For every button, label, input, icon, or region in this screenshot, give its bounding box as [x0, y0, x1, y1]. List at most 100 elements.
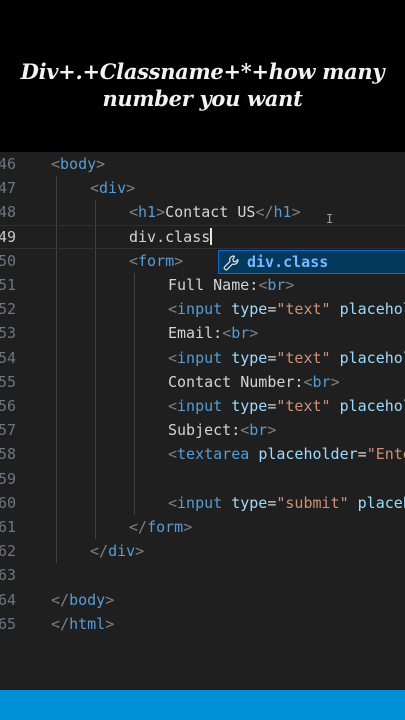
code-token: type — [231, 397, 268, 415]
code-token: </ — [90, 542, 109, 561]
text-caret — [210, 227, 213, 245]
line-number: 52 — [0, 300, 16, 319]
code-text: <input type="submit" placeholder — [168, 491, 405, 515]
code-token: Subject: — [168, 421, 241, 440]
code-line[interactable]: 60 <input type="submit" placeholder — [0, 491, 405, 515]
code-token: < — [240, 421, 250, 440]
code-token: > — [183, 518, 193, 536]
line-number: 65 — [0, 614, 16, 633]
autocomplete-suggestion[interactable]: div.class — [218, 250, 405, 274]
code-token: type — [231, 300, 268, 319]
code-token: div — [108, 542, 136, 561]
code-line[interactable]: 61 </form> — [0, 515, 405, 539]
code-token: </ — [129, 518, 148, 536]
code-line[interactable]: 59 — [0, 467, 405, 491]
line-number: 46 — [0, 155, 16, 173]
code-text: <body> — [51, 152, 105, 176]
line-number: 50 — [0, 251, 16, 270]
code-line[interactable]: 62 </div> — [0, 539, 405, 563]
code-token: </ — [255, 203, 274, 222]
code-token: placeholder — [258, 445, 358, 464]
code-token: input — [177, 397, 223, 415]
code-token: br — [249, 421, 268, 440]
code-token: input — [177, 493, 223, 512]
code-token: br — [312, 372, 331, 391]
line-number: 62 — [0, 542, 16, 561]
code-line[interactable]: 52 <input type="text" placeholder — [0, 297, 405, 321]
code-text: </form> — [129, 515, 192, 539]
code-token: Full Name: — [168, 276, 259, 294]
code-text: <form> — [129, 249, 183, 273]
footer-bar — [0, 690, 405, 720]
code-text: </body> — [51, 588, 114, 612]
code-editor[interactable]: 65 </html> 64 </body> 63 62 </div> 61 </form> 60 <… — [0, 152, 405, 690]
line-number: 63 — [0, 566, 16, 585]
code-line[interactable]: 55 Contact Number:<br> — [0, 370, 405, 394]
code-line[interactable]: 51 Full Name:<br> — [0, 273, 405, 297]
code-text: div.class — [129, 226, 213, 248]
line-number: 64 — [0, 590, 16, 609]
wrench-icon — [223, 255, 239, 271]
code-line[interactable]: 49 div.class — [0, 224, 405, 249]
code-token: h1 — [273, 203, 292, 222]
code-token: br — [267, 276, 286, 294]
code-line[interactable]: 53 Email:<br> — [0, 321, 405, 345]
code-token: textarea — [177, 445, 250, 464]
code-line[interactable]: 58 <textarea placeholder="Enter — [0, 442, 405, 466]
line-number: 60 — [0, 493, 16, 512]
code-line[interactable]: 54 <input type="text" placeholder — [0, 346, 405, 370]
code-token: < — [51, 155, 61, 173]
code-token: < — [303, 372, 313, 391]
code-token: "Enter — [366, 445, 405, 464]
line-number: 48 — [0, 203, 16, 222]
code-token: "text" — [276, 397, 331, 415]
code-token: br — [231, 324, 250, 343]
code-token: > — [249, 324, 259, 343]
code-token: div.class — [129, 227, 211, 246]
code-token: = — [357, 445, 367, 464]
code-token: placeholder — [339, 300, 405, 319]
code-line[interactable]: 57 Subject:<br> — [0, 418, 405, 442]
code-line[interactable]: 48 <h1>Contact US</h1> — [0, 200, 405, 224]
code-text: Contact Number:<br> — [168, 370, 340, 394]
code-token: > — [105, 614, 115, 633]
code-token: < — [222, 324, 232, 343]
video-caption: Div+.+Classname+*+how many number you wa… — [0, 58, 405, 112]
code-text: </div> — [90, 539, 144, 563]
code-token: < — [168, 493, 178, 512]
code-text: <textarea placeholder="Enter — [168, 442, 405, 466]
code-line[interactable]: 56 <input type="text" placeholder — [0, 394, 405, 418]
code-token: div — [99, 179, 127, 198]
code-token: > — [267, 421, 277, 440]
code-token: < — [168, 397, 178, 415]
code-line[interactable]: 46 <body> — [0, 152, 405, 176]
suggestion-label: div.class — [247, 253, 329, 271]
code-token: form — [138, 251, 175, 270]
code-token: < — [258, 276, 268, 294]
code-line[interactable]: 65 </html> — [0, 612, 405, 636]
code-token: Contact Number: — [168, 372, 304, 391]
code-line[interactable]: 63 — [0, 563, 405, 587]
code-token: > — [135, 542, 145, 561]
line-number: 61 — [0, 518, 16, 536]
code-text: <h1>Contact US</h1> — [129, 200, 301, 224]
code-text: Full Name:<br> — [168, 273, 294, 297]
code-token: input — [177, 348, 223, 367]
line-number: 55 — [0, 372, 16, 391]
code-token: </ — [51, 614, 70, 633]
code-token: </ — [51, 590, 70, 609]
code-token: > — [174, 251, 184, 270]
caption-line-1: Div+.+Classname+*+how many — [20, 59, 385, 84]
code-line[interactable]: 64 </body> — [0, 588, 405, 612]
code-token: > — [105, 590, 115, 609]
code-token: body — [60, 155, 97, 173]
code-line[interactable]: 47 <div> — [0, 176, 405, 200]
code-token: placeholder — [357, 493, 405, 512]
code-token: input — [177, 300, 223, 319]
code-token: < — [129, 251, 139, 270]
caption-line-2: number you want — [102, 86, 303, 111]
line-number: 59 — [0, 469, 16, 488]
